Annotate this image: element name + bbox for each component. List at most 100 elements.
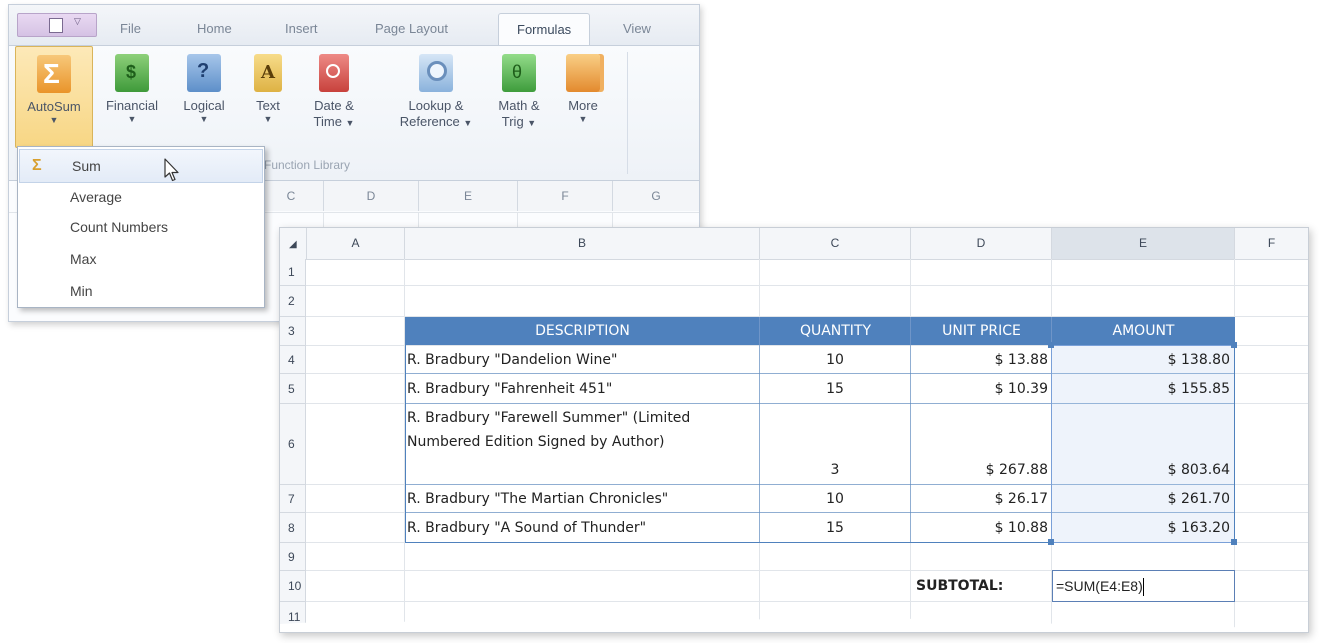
- date-time-button[interactable]: Date & Time ▼: [301, 46, 367, 158]
- logical-label: Logical: [183, 98, 225, 113]
- select-all-corner[interactable]: ◢: [280, 228, 307, 260]
- autosum-button[interactable]: Σ AutoSum ▼: [15, 46, 93, 148]
- column-header-c[interactable]: C: [760, 228, 911, 260]
- amount-cell[interactable]: $ 138.80: [1052, 346, 1230, 374]
- description-cell[interactable]: R. Bradbury "Farewell Summer" (Limited N…: [407, 406, 752, 484]
- chevron-down-icon: ▼: [263, 114, 273, 124]
- tab-formulas[interactable]: Formulas: [498, 13, 591, 46]
- unit-price-cell[interactable]: $ 10.88: [911, 513, 1048, 543]
- date-time-label-line2: Time: [313, 114, 342, 129]
- table-header-amount: AMOUNT: [1052, 317, 1235, 345]
- description-cell[interactable]: R. Bradbury "The Martian Chronicles": [407, 485, 757, 513]
- tab-insert[interactable]: Insert: [285, 21, 318, 36]
- unit-price-cell[interactable]: $ 26.17: [911, 485, 1048, 513]
- menu-item-min[interactable]: Min: [18, 275, 264, 307]
- chevron-down-icon: ▼: [463, 118, 473, 128]
- bg-column-header-e: E: [419, 181, 518, 211]
- quantity-cell[interactable]: 3: [760, 456, 910, 484]
- menu-item-count-numbers[interactable]: Count Numbers: [18, 211, 264, 243]
- row-header-5[interactable]: 5: [280, 374, 306, 404]
- description-cell[interactable]: R. Bradbury "Dandelion Wine": [407, 346, 757, 374]
- question-book-icon: ?: [187, 54, 221, 92]
- more-functions-button[interactable]: More ▼: [557, 46, 609, 158]
- bg-column-header-g: G: [613, 181, 699, 211]
- ribbon-tab-bar: ▽ File Home Insert Page Layout Formulas …: [9, 5, 699, 46]
- chevron-down-icon: ▼: [345, 118, 355, 128]
- header-divider: [910, 317, 911, 345]
- quick-access-toolbar[interactable]: ▽: [17, 13, 97, 37]
- description-cell[interactable]: R. Bradbury "Fahrenheit 451": [407, 374, 757, 404]
- date-time-label-line1: Date &: [314, 98, 354, 113]
- table-header-description: DESCRIPTION: [405, 317, 760, 345]
- tab-page-layout[interactable]: Page Layout: [375, 21, 448, 36]
- table-border: [405, 317, 406, 543]
- unit-price-cell[interactable]: $ 10.39: [911, 374, 1048, 404]
- autosum-dropdown-menu: Σ Sum Average Count Numbers Max Min: [17, 146, 265, 308]
- table-border: [405, 484, 1235, 485]
- column-header-d[interactable]: D: [911, 228, 1052, 260]
- column-header-e[interactable]: E: [1052, 228, 1235, 260]
- table-border: [405, 512, 1235, 513]
- tab-home[interactable]: Home: [197, 21, 232, 36]
- unit-price-cell[interactable]: $ 13.88: [911, 346, 1048, 374]
- menu-item-max[interactable]: Max: [18, 243, 264, 275]
- menu-item-average[interactable]: Average: [18, 181, 264, 213]
- theta-book-icon: θ: [502, 54, 536, 92]
- dollar-book-icon: $: [115, 54, 149, 92]
- row-header-9[interactable]: 9: [280, 543, 306, 571]
- selection-handle[interactable]: [1048, 539, 1054, 545]
- financial-label: Financial: [105, 98, 159, 113]
- quantity-cell[interactable]: 15: [760, 374, 910, 404]
- bg-column-header-d: D: [324, 181, 419, 211]
- selection-handle[interactable]: [1048, 342, 1054, 348]
- more-label: More: [568, 98, 598, 113]
- function-library-group-label: Function Library: [264, 158, 351, 172]
- chevron-down-icon: ▼: [49, 115, 59, 125]
- clock-book-icon: [319, 54, 349, 92]
- description-cell[interactable]: R. Bradbury "A Sound of Thunder": [407, 513, 757, 543]
- formula-cell-editor[interactable]: =SUM(E4:E8): [1052, 570, 1235, 602]
- selection-border: [1051, 345, 1235, 346]
- amount-cell[interactable]: $ 163.20: [1052, 513, 1230, 543]
- quantity-cell[interactable]: 15: [760, 513, 910, 543]
- layout-icon: [49, 18, 63, 33]
- tab-view[interactable]: View: [623, 21, 651, 36]
- menu-item-label: Average: [70, 189, 122, 205]
- header-divider: [759, 317, 760, 345]
- amount-cell[interactable]: $ 261.70: [1052, 485, 1230, 513]
- selection-border: [1051, 345, 1052, 543]
- selection-handle[interactable]: [1231, 539, 1237, 545]
- amount-cell[interactable]: $ 803.64: [1052, 456, 1230, 484]
- mouse-cursor-icon: [164, 158, 179, 182]
- column-header-b[interactable]: B: [405, 228, 760, 260]
- unit-price-cell[interactable]: $ 267.88: [911, 456, 1048, 484]
- sigma-icon: Σ: [32, 157, 42, 174]
- table-header-quantity: QUANTITY: [760, 317, 911, 345]
- math-trig-button[interactable]: θ Math & Trig ▼: [489, 46, 549, 158]
- menu-item-sum[interactable]: Σ Sum: [19, 149, 263, 183]
- row-header-6[interactable]: 6: [280, 404, 306, 485]
- row-header-3[interactable]: 3: [280, 317, 306, 346]
- logical-button[interactable]: ? Logical ▼: [173, 46, 235, 158]
- financial-button[interactable]: $ Financial ▼: [99, 46, 165, 158]
- text-button[interactable]: A Text ▼: [243, 46, 293, 158]
- gridline: [306, 285, 1308, 286]
- row-header-2[interactable]: 2: [280, 286, 306, 317]
- dropdown-arrow-icon[interactable]: ▽: [74, 16, 81, 27]
- quantity-cell[interactable]: 10: [760, 346, 910, 374]
- quantity-cell[interactable]: 10: [760, 485, 910, 513]
- books-icon: [566, 54, 600, 92]
- column-header-f[interactable]: F: [1235, 228, 1308, 260]
- row-header-7[interactable]: 7: [280, 485, 306, 513]
- torn-edge: [280, 618, 1308, 632]
- row-header-4[interactable]: 4: [280, 346, 306, 374]
- selection-handle[interactable]: [1231, 342, 1237, 348]
- lookup-reference-button[interactable]: Lookup & Reference ▼: [393, 46, 479, 158]
- amount-cell[interactable]: $ 155.85: [1052, 374, 1230, 404]
- tab-file[interactable]: File: [120, 21, 141, 36]
- row-header-8[interactable]: 8: [280, 513, 306, 543]
- row-header-10[interactable]: 10: [280, 571, 306, 602]
- spreadsheet-grid: ◢ A B C D E F 1 2 3 4 5 6 7 8 9 10 11 DE…: [279, 227, 1309, 633]
- column-header-a[interactable]: A: [307, 228, 405, 260]
- row-header-1[interactable]: 1: [280, 259, 306, 286]
